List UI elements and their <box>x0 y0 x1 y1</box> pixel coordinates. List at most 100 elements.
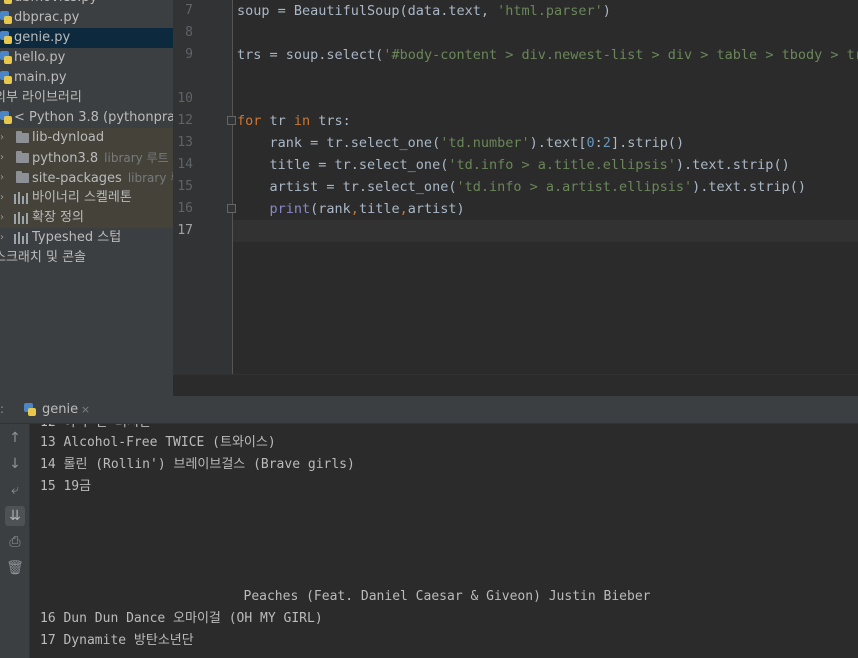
chevron-right-icon[interactable]: › <box>0 188 4 208</box>
run-tab-genie[interactable]: genie × <box>22 396 92 423</box>
project-tree: dbmovies.py dbprac.py genie.py hello.py … <box>0 0 173 396</box>
line-number: 10 <box>177 91 193 106</box>
folder-icon <box>16 131 29 143</box>
folder-icon <box>16 171 29 183</box>
code-number: 2 <box>602 135 611 151</box>
arrow-up-icon[interactable]: ↑ <box>5 428 25 448</box>
code-token: title <box>358 201 400 217</box>
code-line-13: rank = tr.select_one('td.number').text[0… <box>237 132 685 154</box>
gutter-separator <box>232 0 233 374</box>
line-number: 7 <box>185 3 193 18</box>
library-icon <box>14 212 28 224</box>
code-string: 'td.info > a.artist.ellipsis' <box>456 179 693 195</box>
tree-folder-site-packages[interactable]: › site-packages library 루 <box>0 168 173 188</box>
run-toolbar: ↑ ↓ ⤶ ⇊ ⎙ 🗑 <box>0 424 30 658</box>
tree-folder-lib-dynload[interactable]: › lib-dynload <box>0 128 173 148</box>
folder-name: site-packages <box>32 171 122 186</box>
fold-toggle-icon[interactable] <box>227 116 236 125</box>
tree-binary-skeletons[interactable]: › 바이너리 스켈레톤 <box>0 188 173 208</box>
editor-breadcrumb-bar <box>173 374 858 397</box>
console-output-line: 16 Dun Dun Dance 오마이걸 (OH MY GIRL) <box>40 611 323 626</box>
run-tool-window: : genie × ↑ ↓ ⤶ ⇊ ⎙ 🗑 12 이미 넌 러시안 13 Alc… <box>0 396 858 658</box>
current-line-highlight <box>233 220 858 242</box>
code-token: rank = tr.select_one( <box>237 135 441 151</box>
console-output-line: 14 롤린 (Rollin') 브레이브걸스 (Brave girls) <box>40 457 355 472</box>
code-token: ) <box>602 3 611 19</box>
line-number: 12 <box>177 113 193 128</box>
line-number: 16 <box>177 201 193 216</box>
chevron-right-icon[interactable]: › <box>0 228 4 248</box>
chevron-right-icon[interactable]: › <box>0 208 4 228</box>
code-builtin: print <box>269 201 311 217</box>
tree-folder-label: lib-dynload <box>32 130 105 145</box>
code-line-7: soup = BeautifulSoup(data.text, 'html.pa… <box>237 0 611 22</box>
code-line-14: title = tr.select_one('td.info > a.title… <box>237 154 790 176</box>
run-header: : genie × <box>0 396 858 424</box>
code-token: ].strip() <box>610 135 685 151</box>
code-line-12: for tr in trs: <box>237 110 351 132</box>
close-icon[interactable]: × <box>81 396 90 423</box>
python-run-icon <box>24 403 36 417</box>
line-number: 14 <box>177 157 193 172</box>
fold-end-icon[interactable] <box>227 204 236 213</box>
library-icon <box>14 192 28 204</box>
code-token: artist) <box>407 201 465 217</box>
line-number: 13 <box>177 135 193 150</box>
code-string: '#body-content > div.newest-list > div >… <box>383 47 858 63</box>
python-file-icon <box>0 31 12 45</box>
code-editor[interactable]: 7 8 9 10 12 13 14 15 16 17 11 soup = Bea… <box>173 0 858 397</box>
code-token: artist = tr.select_one( <box>237 179 457 195</box>
code-token: ).text.strip() <box>675 157 790 173</box>
tree-file-label: genie.py <box>14 30 71 45</box>
code-line-16: print(rank,title,artist) <box>237 198 465 220</box>
code-token: trs = soup.select( <box>237 47 384 63</box>
python-file-icon <box>0 0 12 5</box>
library-root-hint: library 루 <box>127 171 173 185</box>
code-string: 'html.parser' <box>497 3 603 19</box>
tree-extended-definitions[interactable]: › 확장 정의 <box>0 208 173 228</box>
tree-file-label: dbmovies.py <box>14 0 97 8</box>
tree-section-label: 외부 라이브러리 <box>0 90 82 105</box>
library-icon <box>14 232 28 244</box>
code-token: trs: <box>310 113 351 129</box>
tree-folder-python38[interactable]: › python3.8 library 루트 <box>0 148 173 168</box>
python-sdk-icon <box>0 111 12 125</box>
code-line-9: trs = soup.select('#body-content > div.n… <box>237 44 858 66</box>
scroll-to-end-icon[interactable]: ⇊ <box>5 506 25 526</box>
chevron-right-icon[interactable]: › <box>0 128 4 148</box>
console-output-line: 15 19금 <box>40 479 92 494</box>
trash-icon[interactable]: 🗑 <box>5 558 25 578</box>
code-token: ).text.strip() <box>692 179 806 195</box>
code-token: (rank <box>310 201 351 217</box>
python-file-icon <box>0 11 12 25</box>
tree-folder-label: python3.8 library 루트 <box>32 148 169 169</box>
folder-name: python3.8 <box>32 151 99 166</box>
soft-wrap-icon[interactable]: ⤶ <box>5 480 25 500</box>
panel-label-colon: : <box>0 402 5 416</box>
code-comma: , <box>350 201 359 217</box>
code-string: 'td.info > a.title.ellipsis' <box>448 157 676 173</box>
tree-file-genie[interactable]: genie.py <box>0 28 173 48</box>
chevron-right-icon[interactable]: › <box>0 168 4 188</box>
folder-icon <box>16 151 29 163</box>
library-root-hint: library 루트 <box>104 151 169 165</box>
print-icon[interactable]: ⎙ <box>5 532 25 552</box>
code-token: title = tr.select_one( <box>237 157 449 173</box>
line-number: 8 <box>185 25 193 40</box>
tree-sdk-label: < Python 3.8 (pythonprac <box>14 110 173 125</box>
chevron-right-icon[interactable]: › <box>0 148 4 168</box>
console-output-line: 13 Alcohol-Free TWICE (트와이스) <box>40 435 276 450</box>
tree-section-label: 스크래치 및 콘솔 <box>0 250 86 265</box>
python-file-icon <box>0 71 12 85</box>
tree-library-label: Typeshed 스텁 <box>32 230 122 245</box>
arrow-down-icon[interactable]: ↓ <box>5 454 25 474</box>
code-number: 0 <box>586 135 595 151</box>
tree-folder-label: site-packages library 루 <box>32 168 173 189</box>
code-token: ).text[ <box>529 135 587 151</box>
tree-file-label: hello.py <box>14 50 66 65</box>
python-file-icon <box>0 51 12 65</box>
tree-file-label: main.py <box>14 70 67 85</box>
code-token: tr <box>261 113 294 129</box>
code-comma: , <box>399 201 408 217</box>
